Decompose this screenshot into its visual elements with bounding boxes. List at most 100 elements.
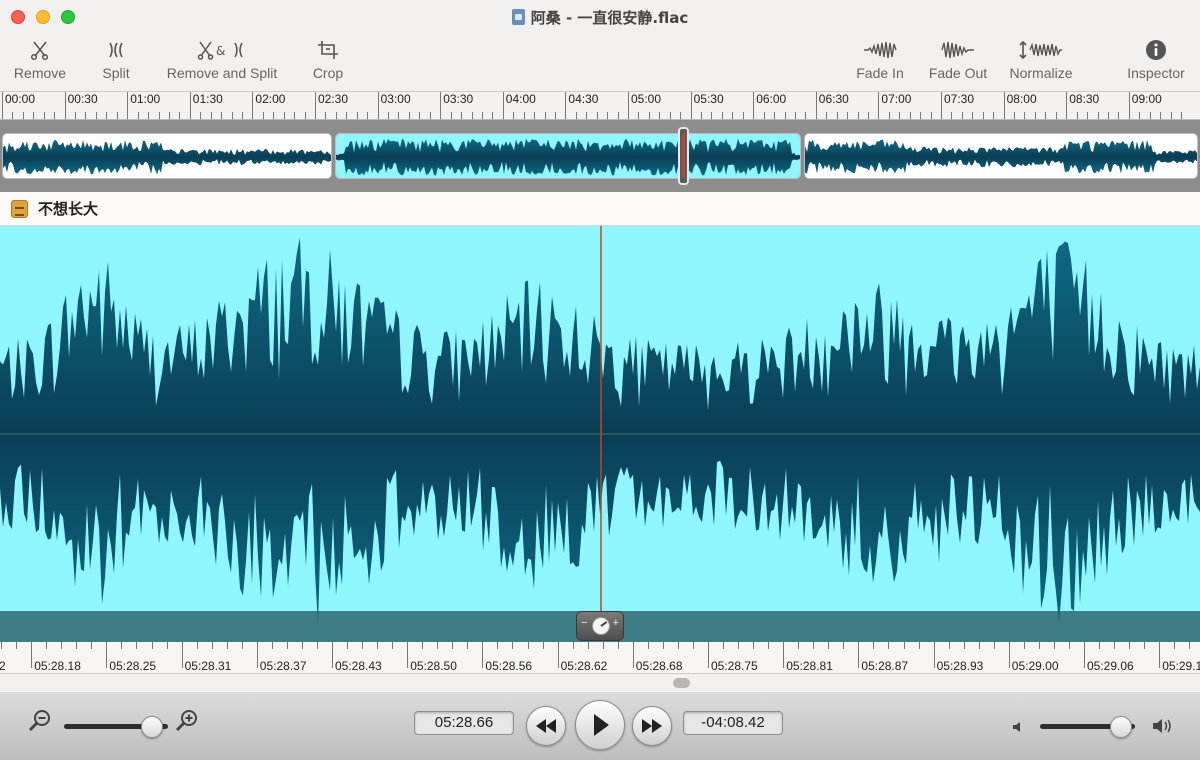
ruler-minor-tick (304, 112, 306, 119)
clip-title[interactable]: 不想长大 (38, 198, 98, 219)
ruler-tick (407, 642, 409, 668)
ruler-minor-tick (617, 112, 619, 119)
overview-time-ruler[interactable]: 00:00 00:30 01:00 01:30 02:00 02:30 03:00 03:30… (0, 92, 1200, 120)
overview-clip-1[interactable] (2, 133, 332, 179)
ruler-minor-tick (362, 642, 364, 649)
ruler-minor-tick (1160, 112, 1162, 119)
ruler-tick (377, 92, 379, 119)
ruler-minor-tick (1024, 112, 1026, 119)
waveform-shape (336, 138, 800, 176)
ruler-minor-tick (903, 642, 905, 649)
ruler-minor-tick (148, 112, 150, 119)
ruler-time-label: 05:29.00 (1011, 659, 1059, 673)
audio-file-icon (511, 9, 525, 25)
overview-clip-2-selected[interactable] (335, 133, 801, 179)
ruler-minor-tick (607, 112, 609, 119)
current-time-display[interactable]: 05:28.66 (414, 711, 514, 735)
ruler-time-label: 05:30 (693, 92, 724, 106)
ruler-minor-tick (948, 642, 950, 649)
ruler-minor-tick (388, 112, 390, 119)
remove-label: Remove (13, 65, 67, 81)
ruler-minor-tick (554, 112, 556, 119)
ruler-minor-tick (286, 642, 288, 649)
ruler-minor-tick (602, 642, 604, 649)
ruler-tick (502, 92, 504, 119)
ruler-minor-tick (586, 112, 588, 119)
ruler-minor-tick (316, 642, 318, 649)
fade-out-button[interactable]: Fade Out (925, 36, 991, 81)
clip-gain-knob[interactable]: − + (576, 611, 624, 641)
ruler-minor-tick (1023, 642, 1025, 649)
ruler-tick (315, 92, 316, 119)
ruler-time-label: 01:00 (130, 92, 161, 106)
scrollbar-thumb[interactable] (673, 678, 690, 688)
volume-low-icon (1013, 720, 1025, 738)
ruler-minor-tick (1144, 642, 1146, 649)
ruler-tick (482, 642, 484, 668)
ruler-minor-tick (137, 112, 139, 119)
ruler-time-label: 05:29.06 (1087, 659, 1134, 673)
ruler-minor-tick (196, 642, 198, 649)
gain-minus-icon: − (581, 617, 588, 629)
ruler-minor-tick (843, 642, 845, 649)
ruler-time-label: 05:00 (631, 92, 662, 106)
gain-dial-icon (592, 617, 610, 635)
ruler-minor-tick (1014, 112, 1016, 119)
ruler-minor-tick (523, 112, 525, 119)
ruler-minor-tick (982, 112, 984, 119)
ruler-minor-tick (241, 642, 243, 649)
ruler-minor-tick (1180, 112, 1182, 119)
ruler-minor-tick (753, 642, 755, 649)
remove-button[interactable]: Remove (12, 36, 68, 81)
horizontal-scrollbar[interactable] (0, 674, 1200, 692)
zoom-slider-thumb[interactable] (141, 716, 164, 738)
ruler-tick (2, 92, 3, 119)
crop-button[interactable]: Crop (309, 36, 347, 81)
ruler-minor-tick (241, 112, 243, 119)
overview-waveform[interactable] (0, 120, 1200, 192)
overview-playhead-handle[interactable] (678, 127, 689, 185)
overview-clip-3[interactable] (804, 133, 1198, 179)
remaining-time-display[interactable]: -04:08.42 (683, 711, 783, 735)
ruler-time-label: 05:28.68 (635, 659, 683, 673)
ruler-minor-tick (262, 112, 264, 119)
detail-time-ruler[interactable]: 05:28.12 05:28.18 05:28.25 05:28.31 05:28.37… (0, 642, 1200, 674)
ruler-tick (690, 92, 692, 119)
ruler-minor-tick (742, 112, 744, 119)
main-waveform[interactable] (0, 226, 1200, 642)
waveform-shape (3, 139, 331, 175)
ruler-minor-tick (963, 642, 965, 649)
ruler-minor-tick (721, 112, 723, 119)
ruler-minor-tick (283, 112, 285, 119)
ruler-minor-tick (701, 112, 703, 119)
ruler-minor-tick (398, 112, 400, 119)
ruler-minor-tick (1068, 642, 1070, 649)
rewind-button[interactable] (526, 706, 566, 746)
normalize-button[interactable]: Normalize (1004, 36, 1078, 81)
normalize-label: Normalize (1009, 65, 1073, 81)
ruler-minor-tick (918, 642, 920, 649)
ruler-tick (708, 642, 709, 668)
inspector-button[interactable]: Inspector (1122, 36, 1190, 81)
play-button[interactable] (575, 700, 625, 750)
remove-and-split-button[interactable]: & Remove and Split (162, 36, 282, 81)
fade-in-button[interactable]: Fade In (853, 36, 907, 81)
ruler-minor-tick (85, 112, 87, 119)
ruler-minor-tick (669, 112, 671, 119)
ruler-minor-tick (978, 642, 980, 649)
volume-slider-thumb[interactable] (1109, 716, 1132, 738)
ruler-minor-tick (91, 642, 93, 649)
ruler-time-label: 05:28.81 (786, 659, 833, 673)
ruler-time-label: 05:28.31 (184, 659, 232, 673)
zoom-out-icon[interactable] (27, 708, 53, 739)
ruler-tick (753, 92, 755, 119)
split-button[interactable]: Split (98, 36, 134, 81)
split-label: Split (102, 65, 130, 81)
zoom-in-icon[interactable] (174, 708, 200, 739)
ruler-time-label: 09:00 (1131, 92, 1162, 106)
ruler-tick (181, 642, 183, 668)
ruler-minor-tick (1097, 112, 1099, 119)
fast-forward-button[interactable] (632, 706, 672, 746)
ruler-minor-tick (1099, 642, 1101, 649)
ruler-time-label: 05:29.12 (1162, 659, 1200, 673)
